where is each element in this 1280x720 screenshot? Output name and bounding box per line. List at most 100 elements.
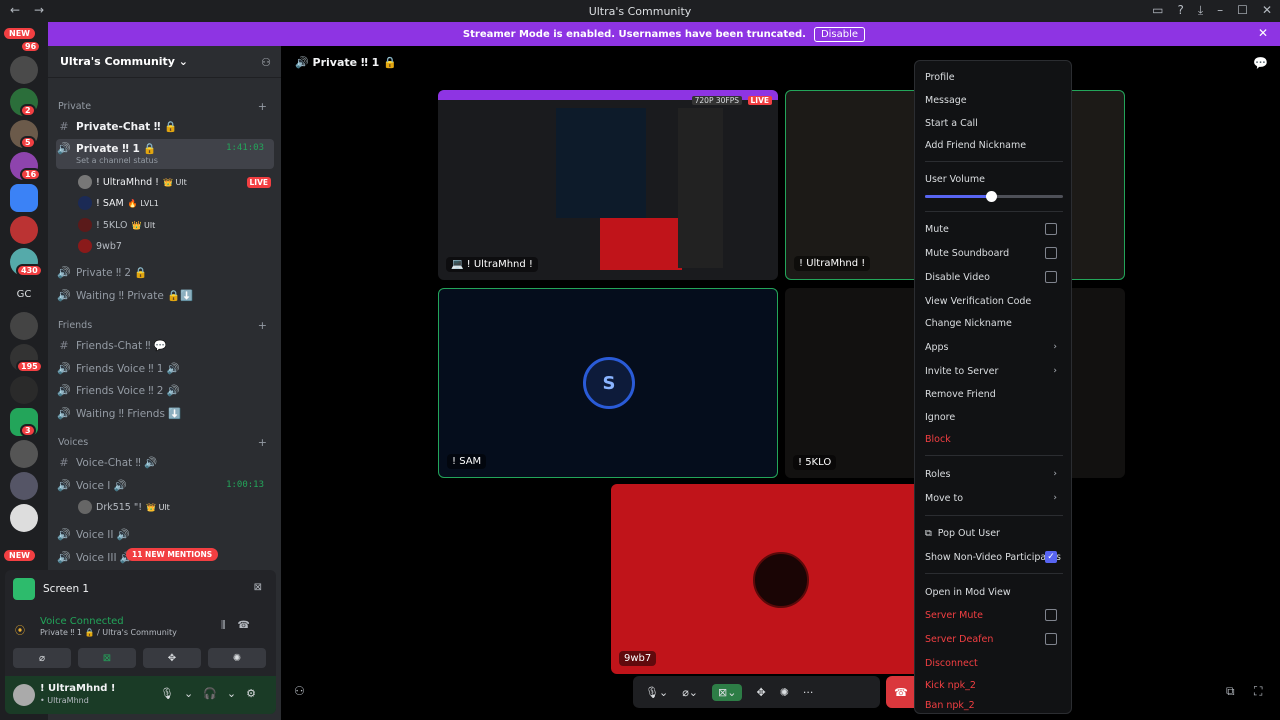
voice-user[interactable]: 9wb7 [78,237,122,255]
server-header[interactable]: Ultra's Community ⌄ ⚇ [48,46,281,78]
menu-change-nickname[interactable]: Change Nickname [925,313,1063,333]
back-forward-icons[interactable]: ←→ [10,3,58,17]
channel-voice-1[interactable]: 🔊 Voice I 🔊 1:00:13 [56,475,274,495]
server-deafen-checkbox[interactable] [1045,633,1057,645]
channel-friends-voice-2[interactable]: 🔊 Friends Voice ‼ 2 🔊 [56,380,274,400]
menu-disable-video[interactable]: Disable Video [925,267,1063,287]
channel-private-1[interactable]: 🔊 Private ‼ 1 🔒 1:41:03 Set a channel statu… [56,139,274,169]
avatar[interactable] [13,684,35,706]
voice-user[interactable]: ! 5KLO 👑 Ult [78,216,155,234]
voice-connected-status[interactable]: Voice Connected [40,616,124,627]
fullscreen-icon[interactable]: ⛶ [1254,684,1262,699]
menu-mute[interactable]: Mute [925,219,1063,239]
menu-ignore[interactable]: Ignore [925,407,1063,427]
channel-friends-chat[interactable]: # Friends-Chat ‼ 💬 [56,335,274,355]
noise-disconnect-icons[interactable]: ⫼☎ [221,620,262,631]
category-private[interactable]: Private [58,101,91,112]
category-voices[interactable]: Voices [58,437,88,448]
channel-voice-2[interactable]: 🔊 Voice II 🔊 [56,524,274,544]
menu-server-deafen[interactable]: Server Deafen [925,629,1063,649]
mic-headset-settings-icons[interactable]: 🎙⌄🎧⌄⚙ [160,687,266,700]
popout-icon[interactable]: ⧉ [1226,684,1235,699]
server-icon-8[interactable] [10,312,38,340]
menu-ban[interactable]: Ban npk_2 [925,698,1063,712]
inbox-icon[interactable]: ▭ [1152,3,1163,18]
disable-video-checkbox[interactable] [1045,271,1057,283]
server-icon-10[interactable] [10,376,38,404]
voice-user[interactable]: Drk515 "! 👑 Ult [78,498,170,516]
channel-status[interactable]: Set a channel status [76,156,158,165]
add-channel-icon[interactable]: + [258,319,267,332]
menu-message[interactable]: Message [925,90,1063,110]
mute-checkbox[interactable] [1045,223,1057,235]
disconnect-call-button[interactable]: ☎ [886,676,916,708]
menu-disconnect[interactable]: Disconnect [925,653,1063,673]
menu-invite[interactable]: Invite to Server › [925,361,1063,381]
screen-share-button[interactable]: ⊠ [78,648,136,668]
stop-stream-icon[interactable]: ⊠ [254,582,262,593]
menu-kick[interactable]: Kick npk_2 [925,675,1063,695]
menu-block[interactable]: Block [925,429,1063,449]
server-icon-14[interactable] [10,504,38,532]
menu-add-nickname[interactable]: Add Friend Nickname [925,135,1063,155]
screen-share-item[interactable]: Screen 1 [13,578,89,600]
menu-move-to[interactable]: Move to › [925,488,1063,508]
voice-user[interactable]: ! SAM 🔥 LVL1 [78,194,159,212]
user-tile[interactable]: S ! SAM [438,288,778,478]
server-icon-gc[interactable]: GC [10,280,38,308]
category-friends[interactable]: Friends [58,320,92,331]
close-icon[interactable]: ✕ [1262,3,1272,18]
menu-server-mute[interactable]: Server Mute [925,605,1063,625]
server-icon-12[interactable] [10,440,38,468]
menu-mod-view[interactable]: Open in Mod View [925,582,1063,602]
menu-apps[interactable]: Apps › [925,337,1063,357]
voice-user[interactable]: ! UltraMhnd ! 👑 Ult [78,173,187,191]
activities-icon[interactable]: ✥ [756,686,765,699]
menu-view-verification[interactable]: View Verification Code [925,291,1063,311]
menu-start-call[interactable]: Start a Call [925,113,1063,133]
soundboard-button[interactable]: ✺ [208,648,266,668]
add-channel-icon[interactable]: + [258,436,267,449]
show-nonvideo-checkbox[interactable]: ✓ [1045,551,1057,563]
server-icon-5[interactable] [10,184,38,212]
download-icon[interactable]: ⤓ [1198,3,1203,18]
menu-remove-friend[interactable]: Remove Friend [925,384,1063,404]
screen-share-toggle[interactable]: ⊠⌄ [712,683,743,701]
help-icon[interactable]: ? [1177,3,1183,18]
user-tile[interactable]: 9wb7 [611,484,951,674]
mute-soundboard-checkbox[interactable] [1045,247,1057,259]
volume-slider[interactable] [925,191,1063,202]
activities-button[interactable]: ✥ [143,648,201,668]
server-icon-1[interactable] [10,56,38,84]
stream-tile[interactable]: 720P 30FPS LIVE 💻 ! UltraMhnd ! [438,90,778,280]
volume-knob[interactable] [986,191,998,202]
signal-icon[interactable]: ⦿ [15,622,25,637]
minimize-icon[interactable]: – [1217,3,1223,18]
disable-streamer-button[interactable]: Disable [813,26,866,42]
channel-waiting-private[interactable]: 🔊 Waiting ‼ Private 🔒⬇️ [56,285,274,305]
camera-icon[interactable]: ⌀⌄ [682,686,698,699]
menu-pop-out[interactable]: ⧉ Pop Out User [925,523,1063,543]
channel-friends-voice-1[interactable]: 🔊 Friends Voice ‼ 1 🔊 [56,358,274,378]
server-mute-checkbox[interactable] [1045,609,1057,621]
menu-mute-soundboard[interactable]: Mute Soundboard [925,243,1063,263]
my-username[interactable]: ! UltraMhnd ! [40,683,115,694]
soundboard-icon[interactable]: ✺ [780,686,789,699]
window-controls[interactable]: ▭? ⤓ – ☐ ✕ [1152,3,1272,18]
channel-voice-chat[interactable]: # Voice-Chat ‼ 🔊 [56,452,274,472]
mic-icon[interactable]: 🎙⌄ [645,686,668,699]
menu-show-nonvideo[interactable]: Show Non-Video Participants ✓ [925,547,1063,567]
channel-private-2[interactable]: 🔊 Private ‼ 2 🔒 [56,262,274,282]
camera-off-button[interactable]: ⌀ [13,648,71,668]
add-channel-icon[interactable]: + [258,100,267,113]
server-icon-13[interactable] [10,472,38,500]
menu-profile[interactable]: Profile [925,67,1063,87]
server-icon-6[interactable] [10,216,38,244]
add-user-icon[interactable]: ⚇ [294,684,305,698]
channel-private-chat[interactable]: # Private-Chat ‼ 🔒 [56,116,274,136]
banner-close-icon[interactable]: ✕ [1258,26,1268,40]
menu-roles[interactable]: Roles › [925,464,1063,484]
new-mentions-pill[interactable]: 11 NEW MENTIONS [126,548,219,561]
more-icon[interactable]: ··· [803,686,814,699]
maximize-icon[interactable]: ☐ [1237,3,1248,18]
